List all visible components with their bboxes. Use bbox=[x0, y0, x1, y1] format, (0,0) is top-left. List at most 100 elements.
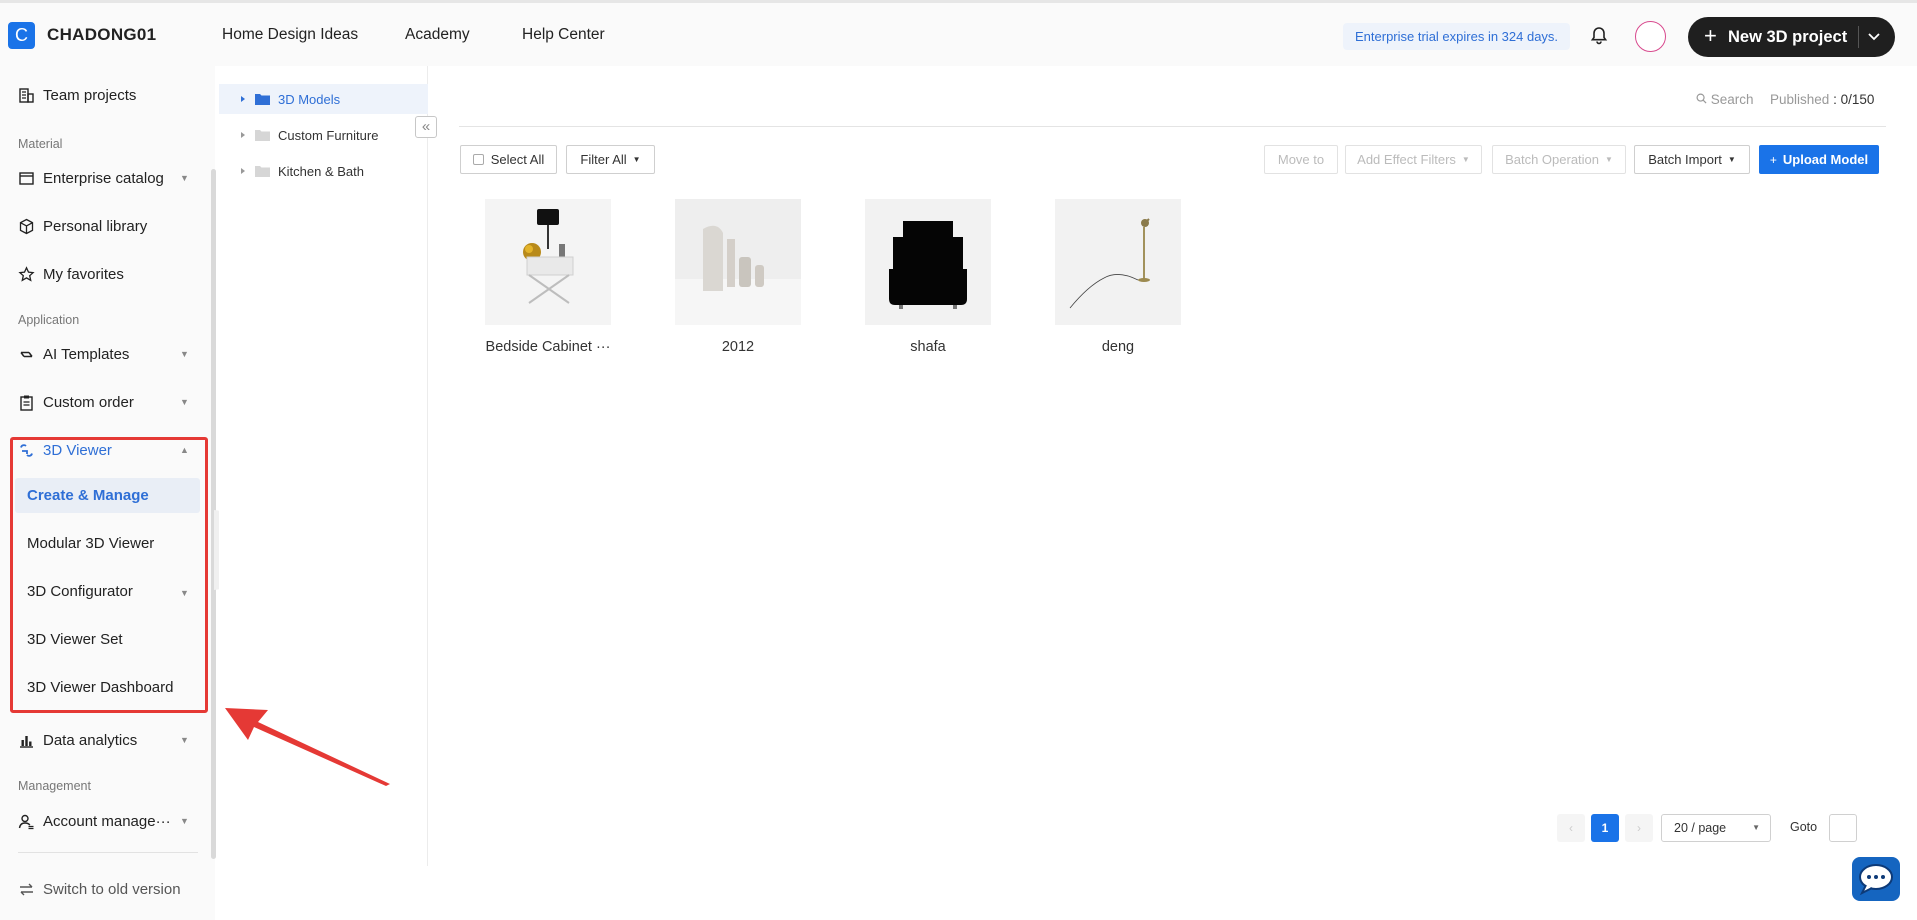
new-3d-project-button[interactable]: + New 3D project bbox=[1688, 17, 1895, 57]
model-thumbnail[interactable] bbox=[675, 199, 801, 325]
published-value: : 0/150 bbox=[1833, 92, 1875, 107]
sidebar-item-label: AI Templates bbox=[43, 345, 130, 363]
model-name: Bedside Cabinet ··· bbox=[485, 339, 611, 355]
tree-folder-3d-models[interactable]: 3D Models bbox=[219, 84, 428, 114]
next-page-button[interactable]: › bbox=[1625, 814, 1653, 842]
folder-icon bbox=[255, 165, 270, 177]
sidebar-item-label: Switch to old version bbox=[43, 880, 181, 898]
sidebar-item-label: Enterprise catalog bbox=[43, 169, 164, 187]
caret-down-icon[interactable]: ▼ bbox=[180, 735, 189, 745]
add-effect-filters-label: Add Effect Filters bbox=[1357, 152, 1456, 167]
nav-academy[interactable]: Academy bbox=[405, 26, 470, 44]
avatar[interactable] bbox=[1635, 21, 1666, 52]
sidebar-item-custom-order[interactable]: Custom order bbox=[18, 390, 134, 414]
select-all-button[interactable]: Select All bbox=[460, 145, 557, 174]
filter-all-label: Filter All bbox=[580, 152, 627, 167]
filter-all-dropdown[interactable]: Filter All ▼ bbox=[566, 145, 655, 174]
cube-icon bbox=[18, 218, 35, 235]
building-icon bbox=[18, 87, 35, 104]
sidebar-item-team-projects[interactable]: Team projects bbox=[18, 83, 136, 107]
batch-operation-dropdown[interactable]: Batch Operation ▼ bbox=[1492, 145, 1626, 174]
section-material: Material bbox=[18, 137, 63, 151]
trial-notice[interactable]: Enterprise trial expires in 324 days. bbox=[1343, 23, 1571, 50]
chat-bubble-icon bbox=[1859, 864, 1893, 896]
upload-model-label: Upload Model bbox=[1782, 152, 1869, 167]
tree-folder-kitchen-bath[interactable]: Kitchen & Bath bbox=[219, 156, 428, 186]
plus-icon: + bbox=[1704, 23, 1717, 48]
prev-page-button[interactable]: ‹ bbox=[1557, 814, 1585, 842]
folder-icon bbox=[255, 129, 270, 141]
tree-folder-custom-furniture[interactable]: Custom Furniture bbox=[219, 120, 428, 150]
model-thumbnail[interactable] bbox=[485, 199, 611, 325]
move-to-label: Move to bbox=[1277, 152, 1325, 167]
caret-down-icon: ▼ bbox=[1752, 823, 1760, 832]
sidebar-item-account-manage[interactable]: Account manage··· bbox=[18, 809, 171, 833]
top-bar: C CHADONG01 Home Design Ideas Academy He… bbox=[0, 0, 1917, 66]
logo-icon[interactable]: C bbox=[8, 22, 35, 49]
chat-support-button[interactable] bbox=[1852, 857, 1900, 901]
batch-operation-label: Batch Operation bbox=[1505, 152, 1600, 167]
model-card[interactable]: shafa bbox=[865, 199, 991, 355]
model-card[interactable]: deng bbox=[1055, 199, 1181, 355]
new-project-label: New 3D project bbox=[1728, 28, 1848, 46]
caret-down-icon[interactable]: ▼ bbox=[180, 397, 189, 407]
model-name: shafa bbox=[910, 339, 946, 355]
caret-right-icon[interactable] bbox=[241, 96, 245, 102]
model-card[interactable]: Bedside Cabinet ··· bbox=[485, 199, 611, 355]
move-to-button[interactable]: Move to bbox=[1264, 145, 1338, 174]
model-name: deng bbox=[1101, 339, 1135, 355]
folder-icon bbox=[255, 93, 270, 105]
search-button[interactable]: Search bbox=[1696, 92, 1754, 107]
batch-import-label: Batch Import bbox=[1648, 152, 1722, 167]
section-management: Management bbox=[18, 779, 91, 793]
workspace-name[interactable]: CHADONG01 bbox=[47, 25, 156, 45]
bell-icon[interactable] bbox=[1588, 25, 1610, 47]
sidebar-item-data-analytics[interactable]: Data analytics bbox=[18, 728, 137, 752]
add-effect-filters-dropdown[interactable]: Add Effect Filters ▼ bbox=[1345, 145, 1482, 174]
page-size-label: 20 / page bbox=[1674, 821, 1727, 835]
model-thumbnail[interactable] bbox=[1055, 199, 1181, 325]
sidebar-item-label: Custom order bbox=[43, 393, 134, 411]
caret-down-icon: ▼ bbox=[1727, 155, 1736, 164]
sidebar-item-label: Data analytics bbox=[43, 731, 138, 749]
model-card[interactable]: 2012 bbox=[675, 199, 801, 355]
divider bbox=[1858, 26, 1859, 48]
chevron-down-icon[interactable] bbox=[1864, 28, 1884, 46]
bar-chart-icon bbox=[18, 732, 35, 749]
nav-help-center[interactable]: Help Center bbox=[522, 26, 605, 44]
batch-import-dropdown[interactable]: Batch Import ▼ bbox=[1634, 145, 1750, 174]
sidebar-item-ai-templates[interactable]: AI Templates bbox=[18, 342, 129, 366]
caret-down-icon: ▼ bbox=[1605, 155, 1613, 164]
published-count: Published : 0/150 bbox=[1770, 92, 1874, 107]
star-icon bbox=[18, 265, 35, 283]
clipboard-icon bbox=[18, 394, 35, 411]
caret-down-icon[interactable]: ▼ bbox=[180, 816, 189, 826]
caret-right-icon[interactable] bbox=[241, 168, 245, 174]
switch-old-version-link[interactable]: Switch to old version bbox=[18, 877, 181, 901]
page-size-select[interactable]: 20 / page ▼ bbox=[1661, 814, 1771, 842]
sidebar-item-my-favorites[interactable]: My favorites bbox=[18, 262, 124, 286]
sidebar-item-enterprise-catalog[interactable]: Enterprise catalog bbox=[18, 166, 164, 190]
page-number[interactable]: 1 bbox=[1591, 814, 1619, 842]
caret-down-icon[interactable]: ▼ bbox=[180, 349, 189, 359]
model-thumbnail[interactable] bbox=[865, 199, 991, 325]
tree-folder-label: Kitchen & Bath bbox=[278, 163, 364, 179]
sidebar-item-label: Personal library bbox=[43, 217, 148, 235]
goto-input[interactable] bbox=[1829, 814, 1857, 842]
caret-down-icon[interactable]: ▼ bbox=[180, 173, 189, 183]
nav-home-design-ideas[interactable]: Home Design Ideas bbox=[222, 26, 358, 44]
upload-model-button[interactable]: + Upload Model bbox=[1759, 145, 1879, 174]
caret-down-icon: ▼ bbox=[1461, 155, 1470, 164]
caret-right-icon[interactable] bbox=[241, 132, 245, 138]
sidebar: Team projects Material Enterprise catalo… bbox=[0, 66, 216, 920]
caret-down-icon: ▼ bbox=[632, 155, 641, 164]
section-application: Application bbox=[18, 313, 80, 327]
published-label: Published bbox=[1770, 92, 1830, 107]
checkbox[interactable] bbox=[472, 154, 484, 165]
sidebar-item-personal-library[interactable]: Personal library bbox=[18, 214, 147, 238]
sidebar-item-label: Team projects bbox=[43, 86, 137, 104]
sidebar-item-label: Account manage··· bbox=[43, 812, 171, 830]
goto-label: Goto bbox=[1790, 820, 1818, 834]
sidebar-item-label: My favorites bbox=[43, 265, 124, 283]
collapse-tree-button[interactable]: « bbox=[415, 116, 437, 138]
